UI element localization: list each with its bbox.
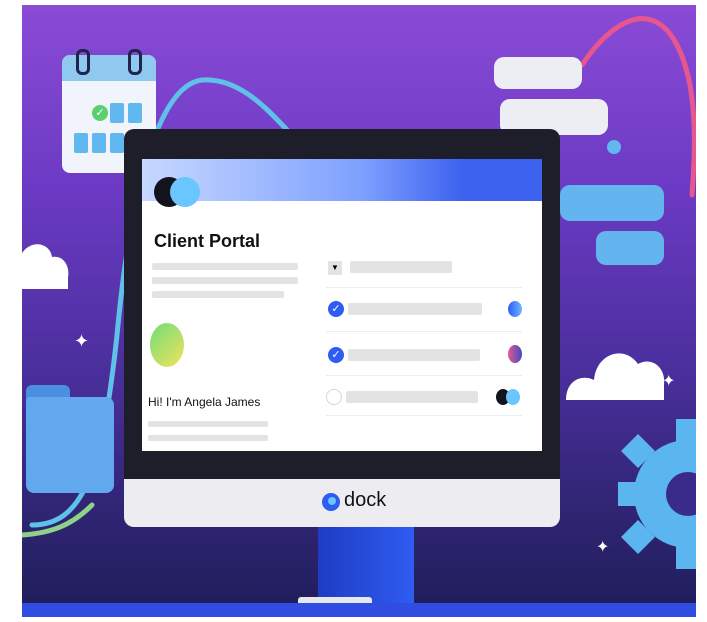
gear-icon — [618, 419, 696, 569]
screen-header — [142, 159, 542, 201]
cloud-icon — [566, 353, 665, 400]
chat-bubble-icon — [560, 185, 664, 221]
portal-title: Client Portal — [154, 231, 261, 251]
cloud-icon — [22, 244, 69, 289]
task-checkbox-checked[interactable]: ✓ — [328, 301, 344, 317]
task-assignee-dot — [508, 301, 522, 317]
illustration-scene: ✓ ✦ ✦ ✦ Client Portal Hi! I'm Angela Jam… — [22, 5, 696, 617]
folder-icon — [26, 385, 116, 493]
task-assignee-dot — [506, 389, 520, 405]
sparkle-icon: ✦ — [596, 539, 610, 556]
monitor-stand — [318, 515, 414, 605]
screen: Client Portal Hi! I'm Angela James ▼ ✓ ✓ — [142, 159, 542, 451]
greeting-text: Hi! I'm Angela James — [148, 395, 261, 409]
chat-bubble-icon — [494, 57, 582, 89]
brand-name: dock — [344, 489, 387, 511]
sparkle-icon: ✦ — [74, 331, 90, 351]
profile-avatar — [150, 323, 184, 367]
sparkle-icon: ✦ — [662, 373, 676, 390]
dropdown-icon[interactable]: ▼ — [328, 261, 342, 275]
floor — [22, 603, 696, 617]
monitor: Client Portal Hi! I'm Angela James ▼ ✓ ✓ — [124, 129, 570, 527]
task-checkbox-checked[interactable]: ✓ — [328, 347, 344, 363]
avatar-light — [170, 177, 200, 207]
task-assignee-dot — [508, 345, 522, 363]
monitor-chin — [124, 479, 560, 527]
emoji-icon — [607, 140, 621, 154]
chat-bubble-icon — [596, 231, 664, 265]
task-checkbox-unchecked[interactable] — [326, 389, 342, 405]
